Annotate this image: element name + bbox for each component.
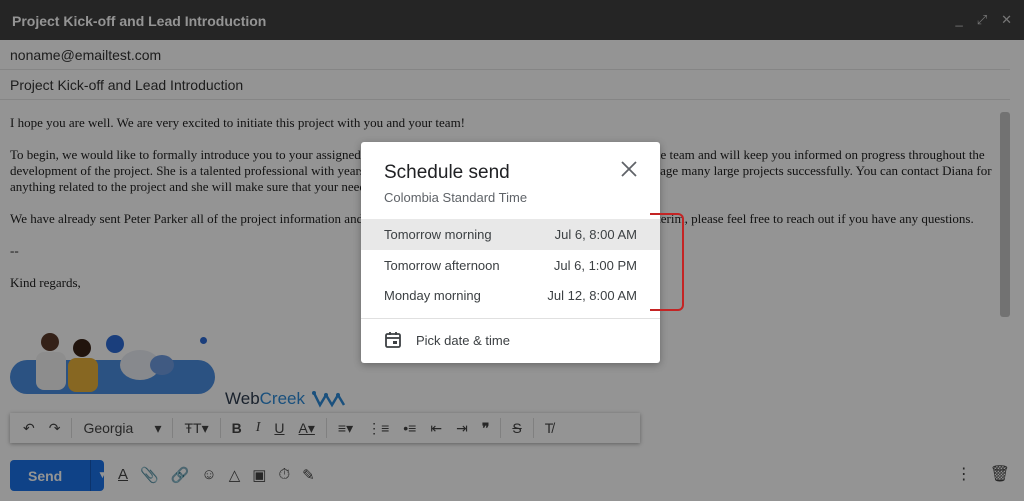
dialog-divider <box>361 318 660 319</box>
pick-date-time-label: Pick date & time <box>416 332 510 348</box>
option-time: Jul 6, 1:00 PM <box>553 258 637 273</box>
close-icon[interactable] <box>620 160 638 178</box>
option-name: Tomorrow afternoon <box>384 258 500 273</box>
schedule-option-tomorrow-afternoon[interactable]: Tomorrow afternoon Jul 6, 1:00 PM <box>361 250 660 281</box>
dialog-title: Schedule send <box>384 162 510 183</box>
highlight-bracket <box>650 213 684 311</box>
option-time: Jul 6, 8:00 AM <box>554 227 637 242</box>
calendar-icon <box>385 332 401 348</box>
timezone-label: Colombia Standard Time <box>384 190 528 205</box>
pick-date-time-button[interactable]: Pick date & time <box>384 331 510 349</box>
schedule-option-tomorrow-morning[interactable]: Tomorrow morning Jul 6, 8:00 AM <box>361 219 660 250</box>
option-name: Monday morning <box>384 288 481 303</box>
schedule-option-monday-morning[interactable]: Monday morning Jul 12, 8:00 AM <box>361 280 660 311</box>
option-name: Tomorrow morning <box>384 227 492 242</box>
option-time: Jul 12, 8:00 AM <box>547 288 637 303</box>
